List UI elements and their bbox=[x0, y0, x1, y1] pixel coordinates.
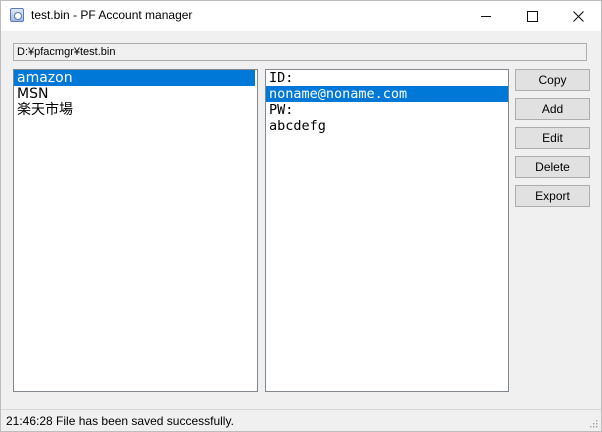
app-icon bbox=[10, 8, 24, 22]
file-path-field: D:¥pfacmgr¥test.bin bbox=[13, 43, 587, 61]
add-button[interactable]: Add bbox=[515, 98, 590, 120]
status-message: 21:46:28 File has been saved successfull… bbox=[6, 414, 234, 428]
maximize-icon[interactable] bbox=[509, 1, 555, 31]
status-bar: 21:46:28 File has been saved successfull… bbox=[1, 409, 601, 431]
export-button[interactable]: Export bbox=[515, 185, 590, 207]
title-bar[interactable]: test.bin - PF Account manager bbox=[1, 1, 601, 31]
detail-list-item[interactable]: noname@noname.com bbox=[266, 86, 508, 102]
site-list-item[interactable]: 楽天市場 bbox=[14, 102, 257, 118]
detail-list-item[interactable]: ID: bbox=[266, 70, 508, 86]
detail-list-item[interactable]: abcdefg bbox=[266, 118, 508, 134]
account-detail-list[interactable]: ID: noname@noname.com PW: abcdefg bbox=[265, 69, 509, 392]
site-list-item[interactable]: MSN bbox=[14, 86, 257, 102]
window-title: test.bin - PF Account manager bbox=[31, 8, 193, 22]
delete-button[interactable]: Delete bbox=[515, 156, 590, 178]
app-window: test.bin - PF Account manager D:¥pfacmgr… bbox=[0, 0, 602, 432]
resize-grip-icon[interactable] bbox=[588, 418, 598, 428]
edit-button[interactable]: Edit bbox=[515, 127, 590, 149]
minimize-icon[interactable] bbox=[463, 1, 509, 31]
site-list[interactable]: amazon MSN 楽天市場 bbox=[13, 69, 258, 392]
detail-list-item[interactable]: PW: bbox=[266, 102, 508, 118]
close-icon[interactable] bbox=[555, 1, 601, 31]
site-list-item[interactable]: amazon bbox=[14, 70, 255, 86]
copy-button[interactable]: Copy bbox=[515, 69, 590, 91]
